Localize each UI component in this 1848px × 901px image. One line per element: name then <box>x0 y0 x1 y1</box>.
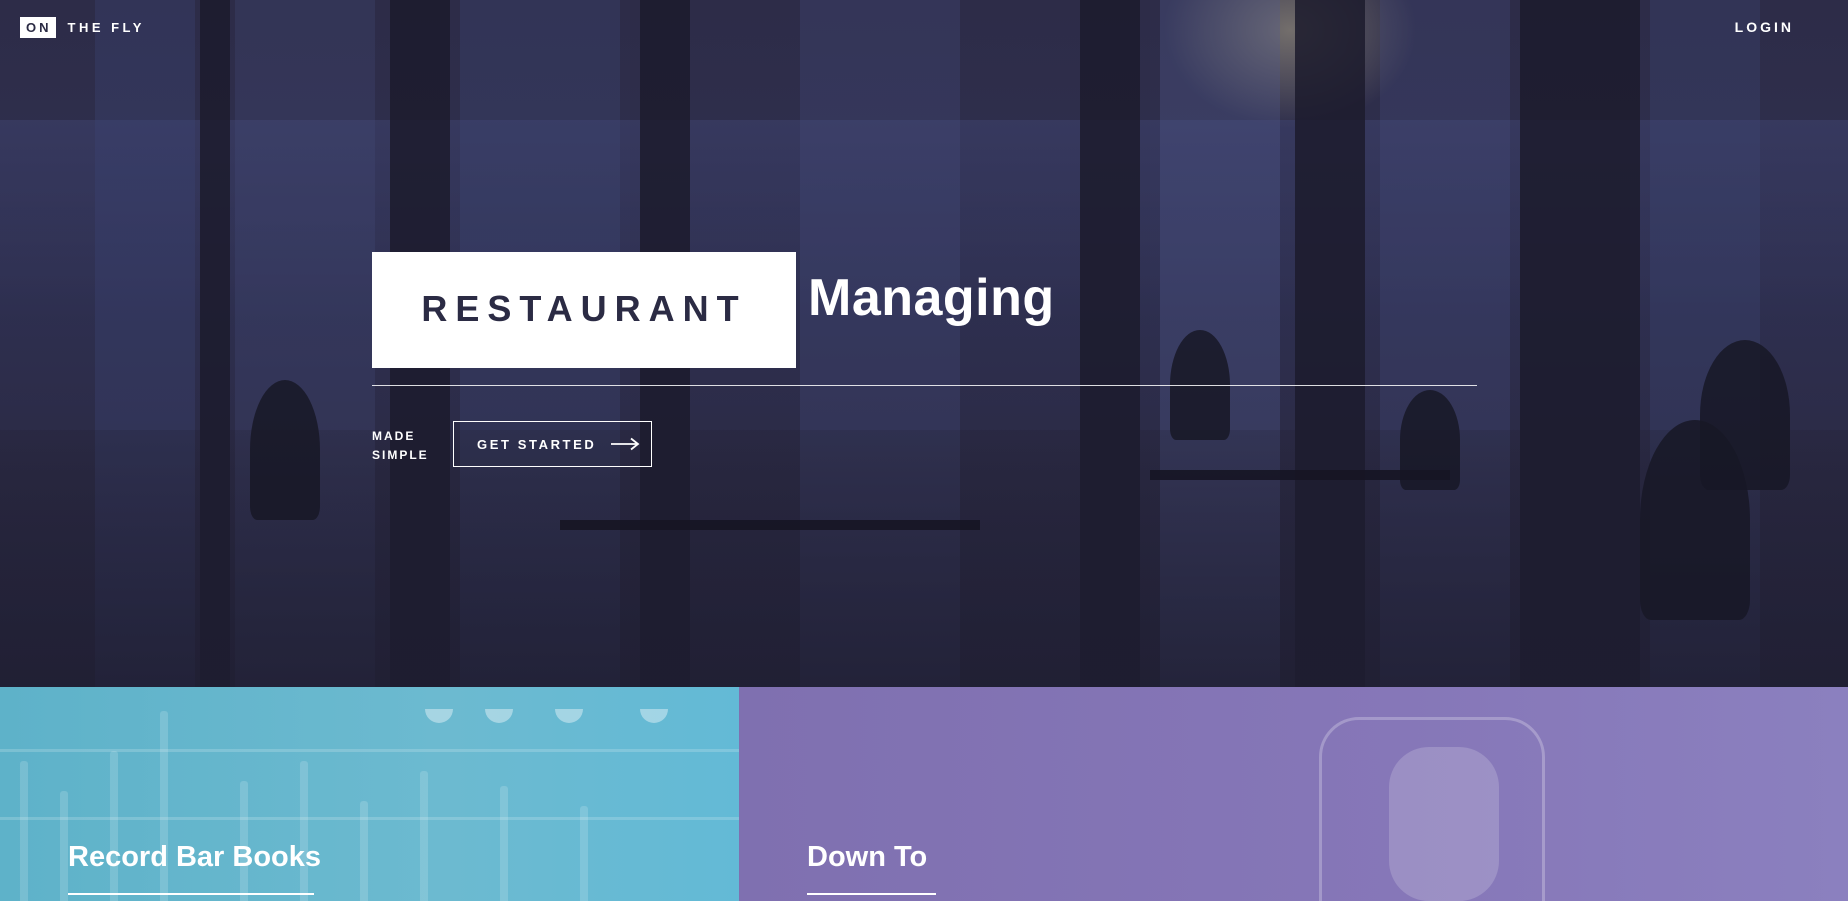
card-title: Down To <box>807 841 928 873</box>
hero-background-table <box>560 520 980 530</box>
site-logo[interactable]: ON THE FLY <box>20 17 145 38</box>
logo-badge: ON <box>20 17 56 38</box>
card-background-bottle <box>360 801 368 901</box>
tagline-line: MADE <box>372 429 416 443</box>
card-background-ice <box>1389 747 1499 901</box>
get-started-label: GET STARTED <box>477 436 597 452</box>
card-background-bottle <box>110 751 118 901</box>
card-background-lamp <box>555 709 583 723</box>
card-background-bottle <box>20 761 28 901</box>
card-background-bottle <box>300 761 308 901</box>
hero-background-person <box>250 380 320 520</box>
login-link[interactable]: LOGIN <box>1735 19 1794 35</box>
hero-background-table <box>1150 470 1450 480</box>
logo-text: THE FLY <box>67 20 145 35</box>
feature-card-record-bar-books[interactable]: Record Bar Books <box>0 687 739 901</box>
card-background-lamp <box>425 709 453 723</box>
card-background-bottle <box>420 771 428 901</box>
title-word: Managing <box>808 269 1055 327</box>
card-title: Record Bar Books <box>68 841 322 873</box>
card-background-bottle <box>60 791 68 901</box>
card-underline <box>68 893 314 895</box>
feature-card-down-to[interactable]: Down To <box>739 687 1848 901</box>
get-started-button[interactable]: GET STARTED <box>453 421 652 467</box>
hero-divider <box>372 385 1477 386</box>
card-background-lamp <box>485 709 513 723</box>
title-boxed-word: RESTAURANT <box>421 288 747 329</box>
hero-background-person <box>1700 340 1790 490</box>
card-background-bottle <box>580 806 588 901</box>
tagline: MADE SIMPLE <box>372 427 429 465</box>
arrow-right-icon <box>610 437 640 451</box>
card-background-lamp <box>640 709 668 723</box>
hero-section <box>0 0 1848 687</box>
title-box: RESTAURANT <box>372 252 796 368</box>
tagline-line: SIMPLE <box>372 448 429 462</box>
card-underline <box>807 893 936 895</box>
card-background-bottle <box>500 786 508 901</box>
